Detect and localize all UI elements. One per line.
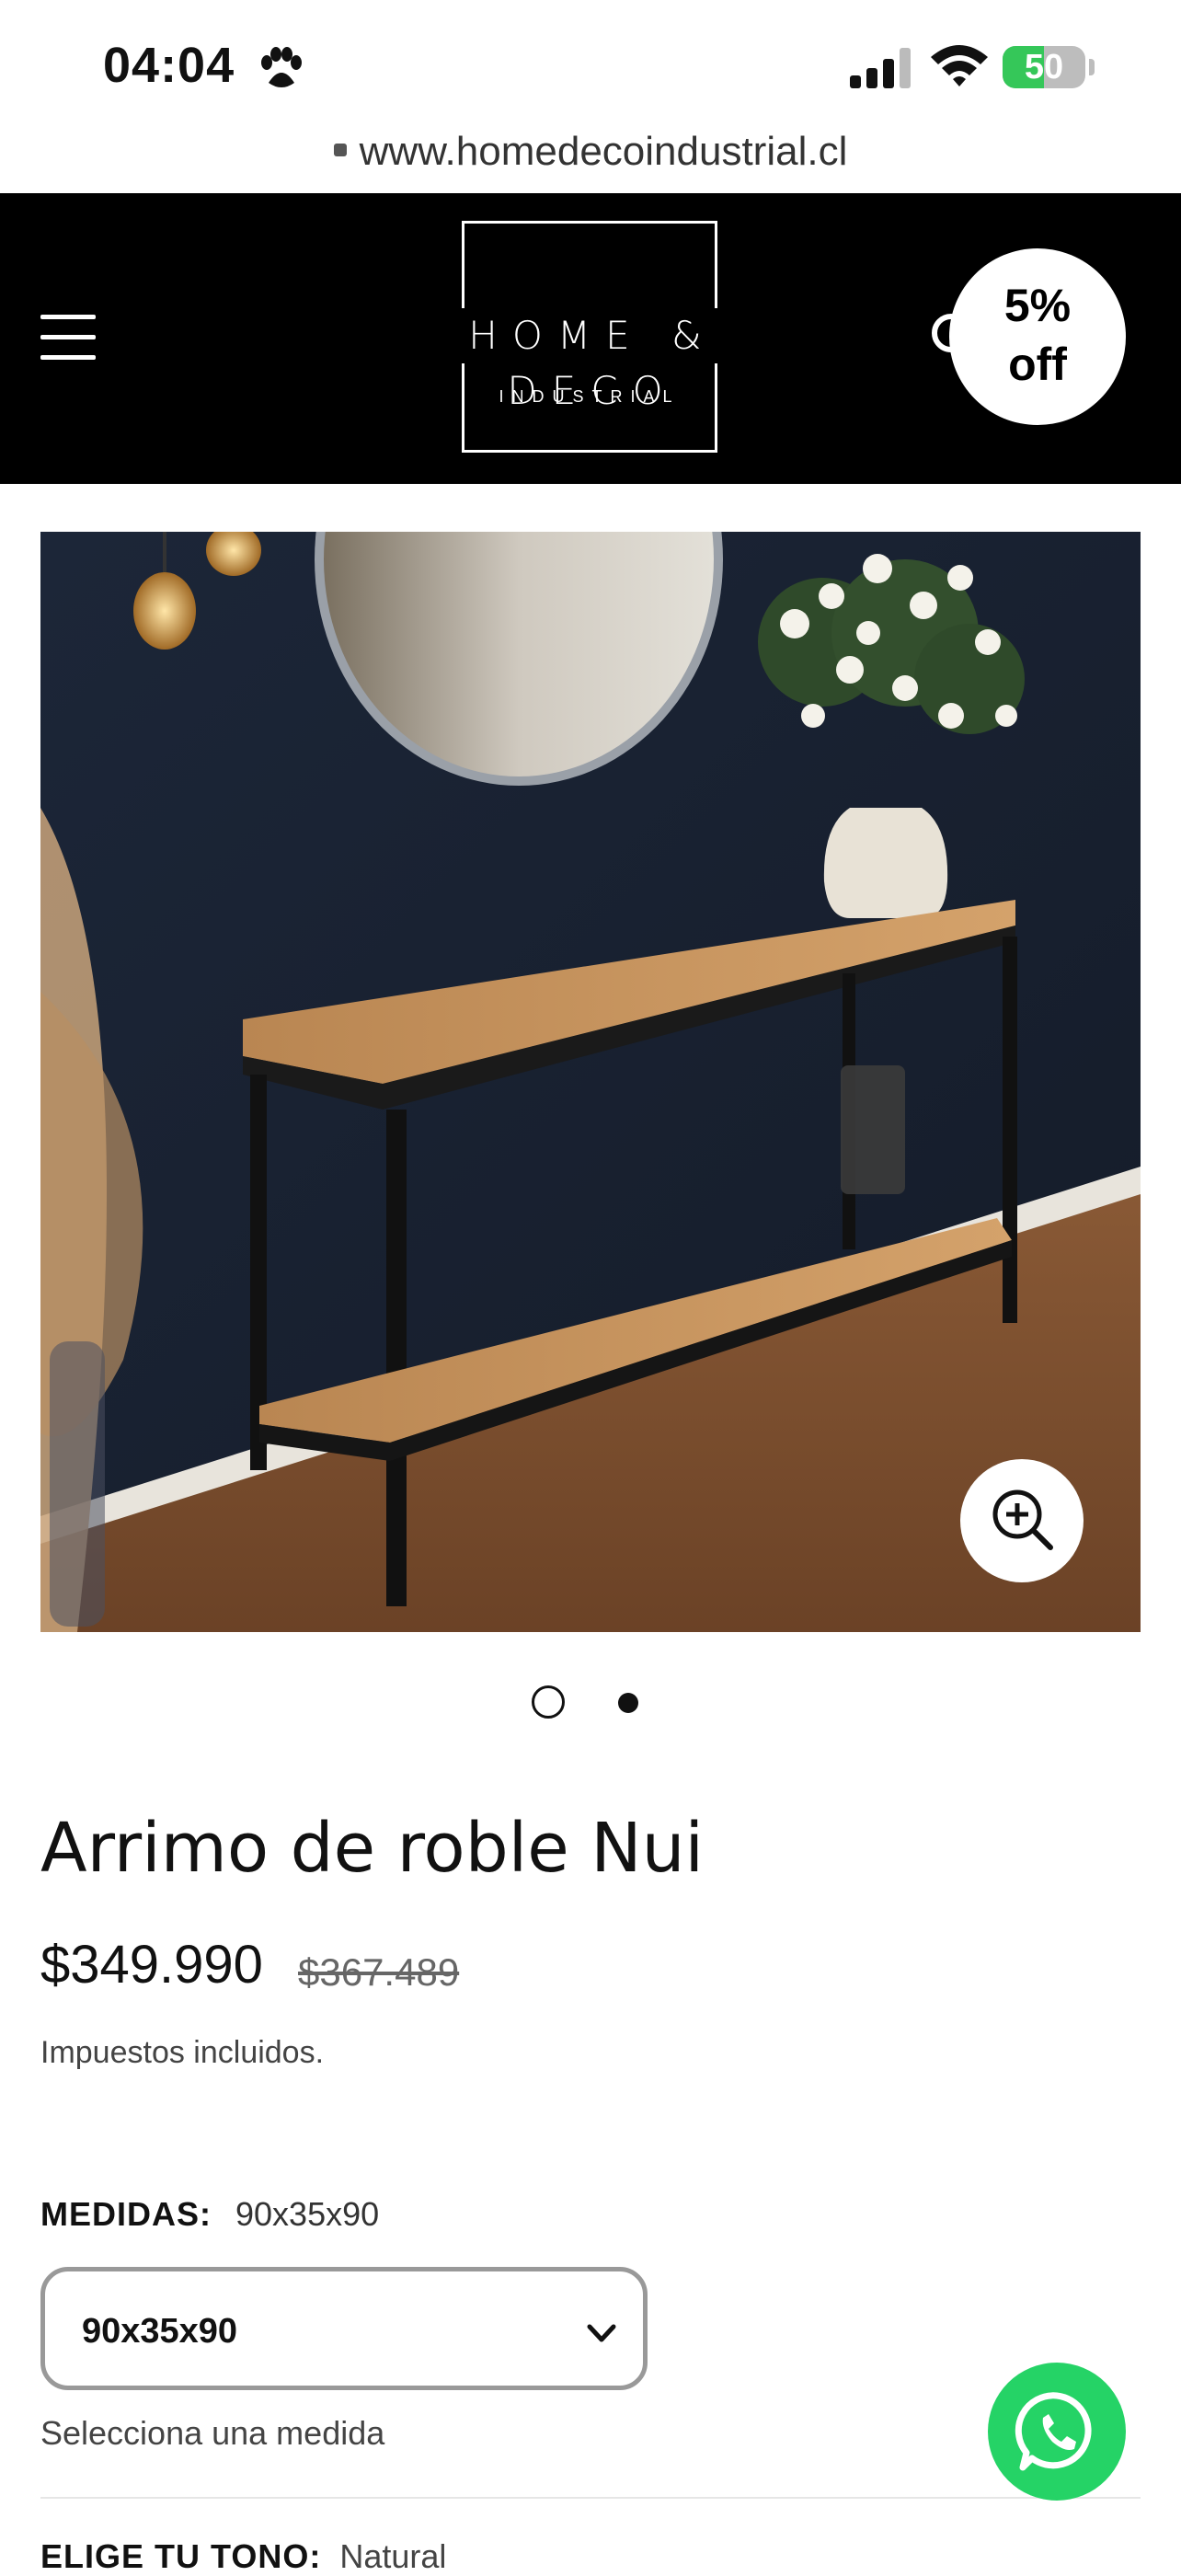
tone-option-row: ELIGE TU TONO: Natural (40, 2537, 446, 2576)
tone-value: Natural (339, 2537, 447, 2575)
tone-label: ELIGE TU TONO: (40, 2537, 322, 2575)
url-bar[interactable]: www.homedecoindustrial.cl (0, 129, 1181, 186)
gallery-dot[interactable] (532, 1685, 565, 1719)
whatsapp-icon (1015, 2392, 1092, 2471)
wifi-icon (931, 45, 988, 86)
battery-indicator: 50 (1003, 46, 1085, 88)
chevron-down-icon (587, 2324, 616, 2342)
gallery-dot-active[interactable] (618, 1693, 638, 1713)
cellular-signal-icon (850, 48, 911, 88)
size-select-value: 90x35x90 (82, 2312, 238, 2351)
medidas-row: MEDIDAS: 90x35x90 (40, 2195, 379, 2234)
paw-icon (261, 47, 302, 87)
discount-badge: 5% off (949, 248, 1126, 425)
product-title: Arrimo de roble Nui (40, 1809, 705, 1888)
site-logo[interactable]: HOME & DECO INDUSTRIAL (404, 221, 781, 453)
logo-sub-text: INDUSTRIAL (499, 387, 681, 406)
site-header: HOME & DECO INDUSTRIAL 5% off (0, 193, 1181, 484)
whatsapp-button[interactable] (988, 2363, 1126, 2501)
medidas-value: 90x35x90 (235, 2195, 380, 2233)
logo-main-text: HOME & DECO (404, 308, 781, 413)
product-price: $349.990 (40, 1935, 263, 1995)
lock-icon (333, 144, 347, 157)
battery-level: 50 (1024, 48, 1064, 86)
discount-off: off (1008, 339, 1067, 390)
discount-percent: 5% (1003, 280, 1072, 331)
compare-price: $367.489 (298, 1950, 460, 1994)
gallery-pagination (532, 1684, 670, 1724)
medidas-label: MEDIDAS: (40, 2195, 212, 2233)
zoom-button[interactable] (960, 1459, 1084, 1582)
status-time: 04:04 (103, 38, 235, 93)
size-select[interactable]: 90x35x90 (40, 2267, 648, 2390)
select-helper-text: Selecciona una medida (40, 2414, 385, 2452)
status-bar: 04:04 50 www.homedecoindustrial.cl (0, 0, 1181, 174)
divider (40, 2497, 1141, 2499)
zoom-in-icon (992, 1489, 1053, 1550)
url-text: www.homedecoindustrial.cl (359, 129, 848, 174)
tax-note: Impuestos incluidos. (40, 2035, 325, 2070)
menu-icon[interactable] (40, 315, 96, 361)
